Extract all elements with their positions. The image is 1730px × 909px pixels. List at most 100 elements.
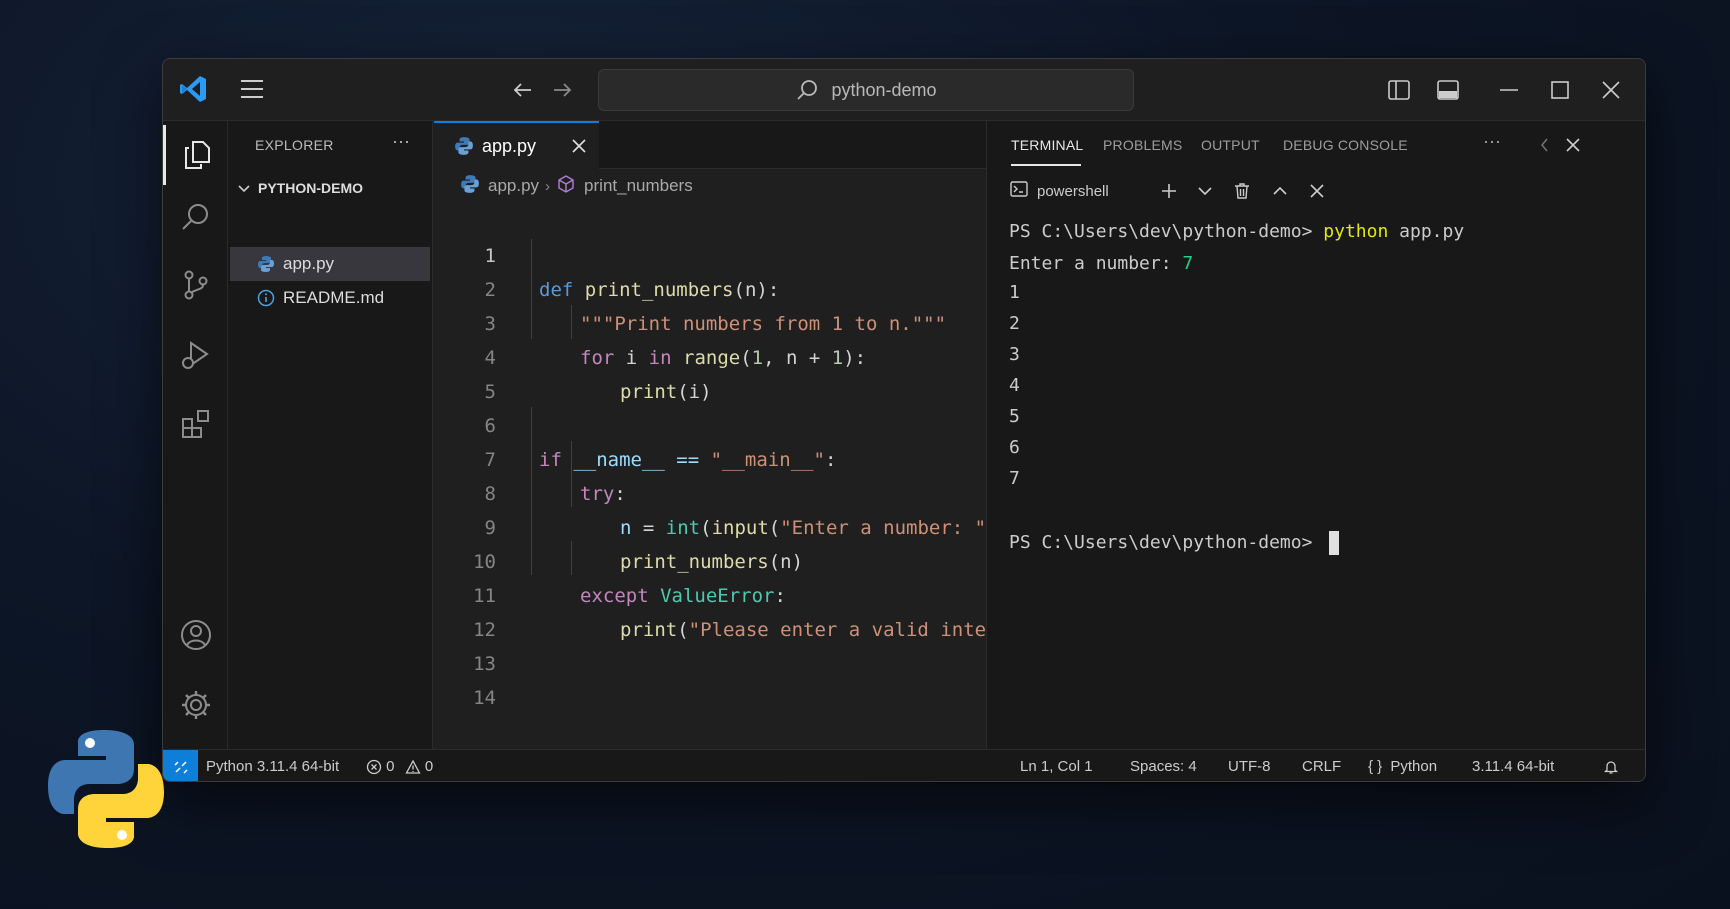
- warning-icon: [405, 758, 421, 775]
- info-icon: [257, 289, 275, 307]
- error-icon: [366, 758, 382, 775]
- maximize-icon[interactable]: [1548, 78, 1572, 102]
- command-center-search[interactable]: python-demo: [598, 69, 1134, 111]
- toggle-sidebar-icon[interactable]: [1387, 78, 1411, 102]
- minimize-icon[interactable]: [1497, 78, 1521, 102]
- breadcrumb: app.py › print_numbers: [460, 173, 693, 199]
- code-line: 14: [434, 647, 986, 709]
- tab-label: app.py: [482, 135, 537, 156]
- cursor-position[interactable]: Ln 1, Col 1: [1020, 750, 1093, 781]
- terminal-line: 3: [1009, 344, 1020, 365]
- panel-more-actions[interactable]: ···: [1483, 131, 1501, 152]
- terminal-line: PS C:\Users\dev\python-demo> python app.…: [1009, 221, 1465, 242]
- terminal-icon: [1009, 179, 1037, 204]
- code-line: 6 if __name__ == "__main__":: [434, 375, 986, 471]
- tab-output[interactable]: OUTPUT: [1201, 137, 1260, 153]
- status-bar: Python 3.11.4 64-bit 0 0 Ln 1, Col 1 Spa…: [163, 749, 1645, 781]
- folder-python-demo[interactable]: PYTHON-DEMO: [236, 175, 426, 201]
- file-item-readme[interactable]: README.md: [230, 281, 430, 315]
- terminal-line: 4: [1009, 375, 1020, 396]
- search-icon: [795, 78, 819, 102]
- source-control-icon[interactable]: [163, 255, 228, 315]
- toggle-panel-icon[interactable]: [1436, 78, 1460, 102]
- search-icon[interactable]: [163, 187, 228, 247]
- chevron-down-icon: [236, 180, 252, 196]
- code-line: 11 print("Please enter a valid integer."…: [434, 545, 1055, 641]
- code-line: 10 except ValueError:: [434, 511, 986, 607]
- title-bar: python-demo: [163, 59, 1645, 121]
- file-item-app-py[interactable]: app.py: [230, 247, 430, 281]
- editor-tabs: app.py: [434, 121, 986, 169]
- file-label: app.py: [283, 254, 335, 273]
- shell-label: powershell: [1037, 182, 1109, 200]
- menu-icon[interactable]: [239, 78, 265, 100]
- tab-terminal[interactable]: TERMINAL: [1011, 137, 1083, 153]
- terminal-line: 6: [1009, 437, 1020, 458]
- accounts-icon[interactable]: [163, 605, 228, 665]
- language-mode[interactable]: { } Python: [1368, 750, 1437, 781]
- indentation[interactable]: Spaces: 4: [1130, 750, 1197, 781]
- method-cube-icon: [556, 174, 576, 199]
- code-line: 9 print_numbers(n): [434, 477, 986, 573]
- kill-terminal-close-icon[interactable]: [1307, 181, 1327, 201]
- collapse-panel-icon[interactable]: [1535, 135, 1555, 155]
- activity-bar: [163, 121, 228, 749]
- remote-indicator-icon[interactable]: [163, 750, 198, 781]
- vscode-logo-icon: [177, 73, 209, 105]
- trash-icon[interactable]: [1232, 181, 1252, 201]
- problems-status[interactable]: 0 0: [366, 750, 433, 781]
- code-line: 12: [434, 579, 986, 641]
- run-debug-icon[interactable]: [163, 325, 228, 385]
- editor-area: app.py app.py › print_numbers 1 def prin…: [434, 121, 1055, 749]
- active-tab-indicator: [1011, 164, 1081, 166]
- chevron-up-icon[interactable]: [1270, 181, 1290, 201]
- terminal-line: 5: [1009, 406, 1020, 427]
- vscode-window: python-demo EXPLORER ··· PYTHON-DEMO app…: [162, 58, 1646, 782]
- python-file-icon: [257, 255, 275, 273]
- code-line: 7 try:: [434, 409, 986, 505]
- line-number: 14: [473, 687, 496, 709]
- terminal-cursor: [1329, 531, 1340, 555]
- tab-debug-console[interactable]: DEBUG CONSOLE: [1283, 137, 1408, 153]
- notifications-bell-icon[interactable]: [1603, 750, 1619, 781]
- terminal-shell-selector[interactable]: powershell: [1009, 179, 1109, 203]
- braces-icon: { }: [1368, 758, 1383, 775]
- encoding[interactable]: UTF-8: [1228, 750, 1271, 781]
- python-logo-icon: [46, 728, 166, 850]
- explorer-more-actions[interactable]: ···: [392, 131, 410, 152]
- terminal-panel: TERMINAL PROBLEMS OUTPUT DEBUG CONSOLE ·…: [986, 121, 1645, 749]
- forward-arrow-icon[interactable]: [550, 78, 574, 102]
- python-interpreter[interactable]: Python 3.11.4 64-bit: [206, 750, 339, 781]
- code-line: 5: [434, 341, 986, 403]
- code-line: 2 """Print numbers from 1 to n.""": [434, 239, 986, 335]
- terminal-line: 1: [1009, 282, 1020, 303]
- explorer-icon[interactable]: [163, 125, 228, 185]
- close-tab-icon[interactable]: [570, 137, 588, 155]
- terminal-line: 2: [1009, 313, 1020, 334]
- explorer-title: EXPLORER: [255, 137, 334, 153]
- file-label: README.md: [283, 288, 385, 307]
- python-version[interactable]: 3.11.4 64-bit: [1472, 750, 1554, 781]
- python-file-icon: [460, 174, 480, 199]
- breadcrumb-symbol[interactable]: print_numbers: [584, 176, 693, 196]
- chevron-down-icon[interactable]: [1195, 181, 1215, 201]
- tab-app-py[interactable]: app.py: [434, 121, 599, 169]
- code-line: 1 def print_numbers(n):: [434, 205, 986, 301]
- new-terminal-plus-icon[interactable]: [1159, 181, 1179, 201]
- chevron-right-icon: ›: [545, 177, 551, 195]
- end-of-line[interactable]: CRLF: [1302, 750, 1341, 781]
- extensions-icon[interactable]: [163, 394, 228, 454]
- folder-label: PYTHON-DEMO: [258, 180, 363, 196]
- code-line: 8 n = int(input("Enter a number: ")): [434, 443, 1009, 539]
- python-file-icon: [454, 136, 474, 156]
- code-line: 13: [434, 613, 986, 675]
- terminal-line: 7: [1009, 468, 1020, 489]
- close-window-icon[interactable]: [1599, 78, 1623, 102]
- code-line: 3 for i in range(1, n + 1):: [434, 273, 986, 369]
- close-panel-icon[interactable]: [1563, 135, 1583, 155]
- tab-problems[interactable]: PROBLEMS: [1103, 137, 1182, 153]
- back-arrow-icon[interactable]: [511, 78, 535, 102]
- terminal-prompt-line: PS C:\Users\dev\python-demo>: [1009, 528, 1340, 558]
- settings-gear-icon[interactable]: [163, 675, 228, 735]
- breadcrumb-file[interactable]: app.py: [488, 176, 539, 196]
